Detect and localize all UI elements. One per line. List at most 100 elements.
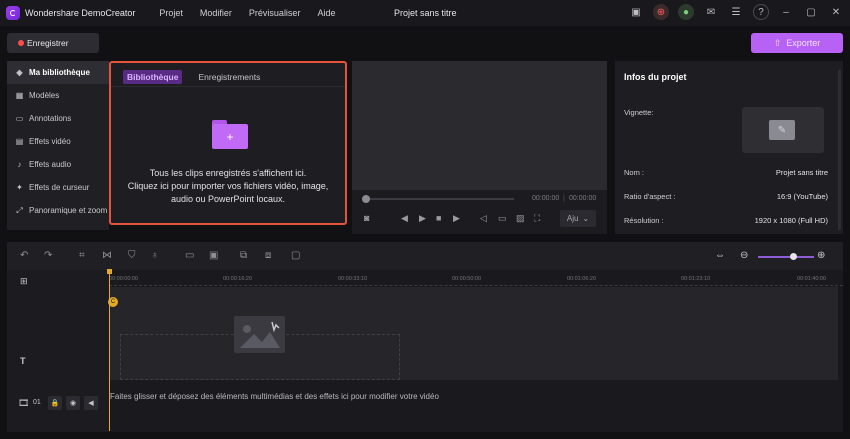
lock-icon[interactable]: 🔒 — [48, 396, 62, 410]
library-message-line: Cliquez ici pour importer vos fichiers v… — [127, 181, 329, 191]
sidebar-item-audio-effects[interactable]: ♪ Effets audio — [7, 153, 109, 176]
music-note-icon: ♪ — [17, 160, 22, 169]
eye-icon[interactable]: ◉ — [66, 396, 80, 410]
tab-recordings[interactable]: Enregistrements — [198, 72, 260, 82]
mic-icon[interactable]: ♁ — [151, 250, 159, 261]
ratio-label: Ratio d'aspect : — [624, 192, 676, 201]
sidebar-item-templates[interactable]: ▦ Modèles — [7, 84, 109, 107]
export-button[interactable]: ⇧ Exporter — [751, 33, 843, 53]
redo-icon[interactable]: ↷ — [44, 250, 52, 261]
record-button-label: Enregistrer — [27, 38, 69, 48]
sidebar-item-pan-zoom[interactable]: ⤢ Panoramique et zoom — [7, 199, 109, 222]
previous-frame-icon[interactable]: ◀ — [401, 213, 408, 224]
fullscreen-icon[interactable]: ⛶ — [534, 213, 540, 224]
layers-icon: ◈ — [16, 68, 23, 77]
sidebar: ◈ Ma bibliothèque ▦ Modèles ▭ Annotation… — [7, 61, 109, 230]
template-icon: ▦ — [15, 91, 24, 100]
app-name: Wondershare DemoCreator — [25, 8, 136, 18]
playhead[interactable] — [109, 271, 110, 431]
settings-icon[interactable]: ☰ — [728, 4, 744, 20]
ruler-tick: 00:01:23:10 — [681, 276, 711, 282]
stop-icon[interactable]: ■ — [436, 213, 441, 223]
help-icon[interactable]: ? — [753, 4, 769, 20]
ruler-tick: 00:00:33:10 — [338, 276, 368, 282]
sidebar-item-annotations[interactable]: ▭ Annotations — [7, 107, 109, 130]
speech-icon[interactable]: ▭ — [185, 250, 194, 261]
volume-icon[interactable]: ◁ — [480, 213, 487, 224]
preview-progress-bar[interactable] — [364, 198, 514, 200]
zoom-slider-track[interactable] — [758, 256, 814, 258]
export-button-label: Exporter — [786, 38, 821, 48]
account-icon[interactable]: ● — [678, 4, 694, 20]
project-info-scrollbar[interactable] — [838, 70, 841, 230]
ruler-tick: 00:00:16:20 — [223, 276, 253, 282]
cart-icon[interactable]: ⊕ — [653, 4, 669, 20]
zoom-out-icon[interactable]: ⊖ — [740, 250, 748, 261]
group-icon[interactable]: ⧈ — [265, 250, 271, 261]
edit-thumbnail-icon[interactable]: ✎ — [769, 120, 795, 140]
menu-modifier[interactable]: Modifier — [200, 8, 232, 18]
minimize-icon[interactable]: – — [778, 4, 794, 20]
maximize-icon[interactable]: ▢ — [803, 4, 819, 20]
caption-icon[interactable]: ▭ — [498, 213, 507, 224]
sidebar-item-video-effects[interactable]: ▤ Effets vidéo — [7, 130, 109, 153]
text-track-icon: T — [20, 356, 26, 366]
title-bar: Wondershare DemoCreator Projet Modifier … — [0, 0, 850, 26]
zoom-in-icon[interactable]: ⊕ — [817, 250, 825, 261]
record-button[interactable]: Enregistrer — [7, 33, 99, 53]
time-separator: | — [563, 195, 565, 202]
sidebar-item-cursor-effects[interactable]: ✦ Effets de curseur — [7, 176, 109, 199]
library-message-line: Tous les clips enregistrés s'affichent i… — [149, 168, 307, 178]
add-track-icon[interactable]: ⊞ — [20, 276, 28, 287]
ruler-tick: 00:00:00:00 — [109, 276, 139, 282]
ai-icon[interactable]: ▢ — [291, 250, 300, 261]
comment-icon: ▭ — [15, 114, 24, 123]
zoom-slider-knob[interactable] — [790, 253, 797, 260]
crop-icon[interactable]: ⌗ — [79, 250, 85, 261]
resolution-value: 1920 x 1080 (Full HD) — [754, 216, 828, 225]
name-label: Nom : — [624, 168, 645, 177]
menu-aide[interactable]: Aide — [317, 8, 335, 18]
window-title: Projet sans titre — [394, 8, 457, 18]
speaker-icon[interactable]: ◀ — [84, 396, 98, 410]
timeline-ruler[interactable]: 00:00:00:00 00:00:16:20 00:00:33:10 00:0… — [109, 270, 843, 286]
thumbnail-box[interactable]: ✎ — [742, 107, 824, 153]
library-message-line: audio ou PowerPoint locaux. — [170, 194, 286, 204]
folder-add-icon[interactable]: + — [212, 120, 248, 149]
ruler-tick: 00:00:50:00 — [452, 276, 482, 282]
library-panel[interactable]: Bibliothèque Enregistrements + Tous les … — [109, 61, 347, 225]
marker-icon[interactable]: ⧉ — [240, 250, 247, 261]
tab-library[interactable]: Bibliothèque — [123, 70, 183, 84]
shield-icon[interactable]: ⛉ — [128, 250, 136, 261]
record-dot-icon — [18, 40, 24, 46]
fit-timeline-icon[interactable]: ⇔ — [715, 250, 725, 261]
screenshot-icon[interactable]: ◙ — [364, 213, 369, 223]
text-box-icon[interactable]: ▣ — [209, 250, 218, 261]
media-placeholder-icon — [234, 316, 285, 353]
ruler-tick: 00:01:40:00 — [797, 276, 827, 282]
preview-progress-knob[interactable] — [362, 195, 370, 203]
playhead-handle-icon[interactable]: C — [108, 297, 118, 307]
sidebar-item-library[interactable]: ◈ Ma bibliothèque — [7, 61, 109, 84]
project-info-panel: Infos du projet Vignette: ✎ Nom : Projet… — [615, 61, 843, 234]
menu-previsualiser[interactable]: Prévisualiser — [249, 8, 301, 18]
mail-icon[interactable]: ✉ — [703, 4, 719, 20]
ruler-tick: 00:01:06:20 — [567, 276, 597, 282]
current-time: 00:00:00 — [532, 195, 560, 202]
chevron-down-icon: ⌄ — [582, 214, 590, 223]
sidebar-item-label: Modèles — [29, 91, 60, 100]
menu-projet[interactable]: Projet — [159, 8, 183, 18]
fit-select[interactable]: Aju ⌄ — [560, 210, 596, 227]
resolution-label: Résolution : — [624, 216, 664, 225]
close-icon[interactable]: ✕ — [828, 4, 844, 20]
app-logo-icon — [6, 6, 20, 20]
drop-message: Faites glisser et déposez des éléments m… — [110, 392, 439, 401]
feedback-icon[interactable]: ▣ — [628, 4, 644, 20]
undo-icon[interactable]: ↶ — [20, 250, 28, 261]
library-empty-message[interactable]: Tous les clips enregistrés s'affichent i… — [111, 167, 345, 206]
split-icon[interactable]: ⋈ — [102, 250, 112, 261]
next-frame-icon[interactable]: ▶ — [453, 213, 460, 224]
play-icon[interactable]: ▶ — [419, 213, 426, 224]
grid-toggle-icon[interactable]: ▨ — [516, 213, 525, 224]
pan-zoom-icon: ⤢ — [16, 205, 23, 215]
